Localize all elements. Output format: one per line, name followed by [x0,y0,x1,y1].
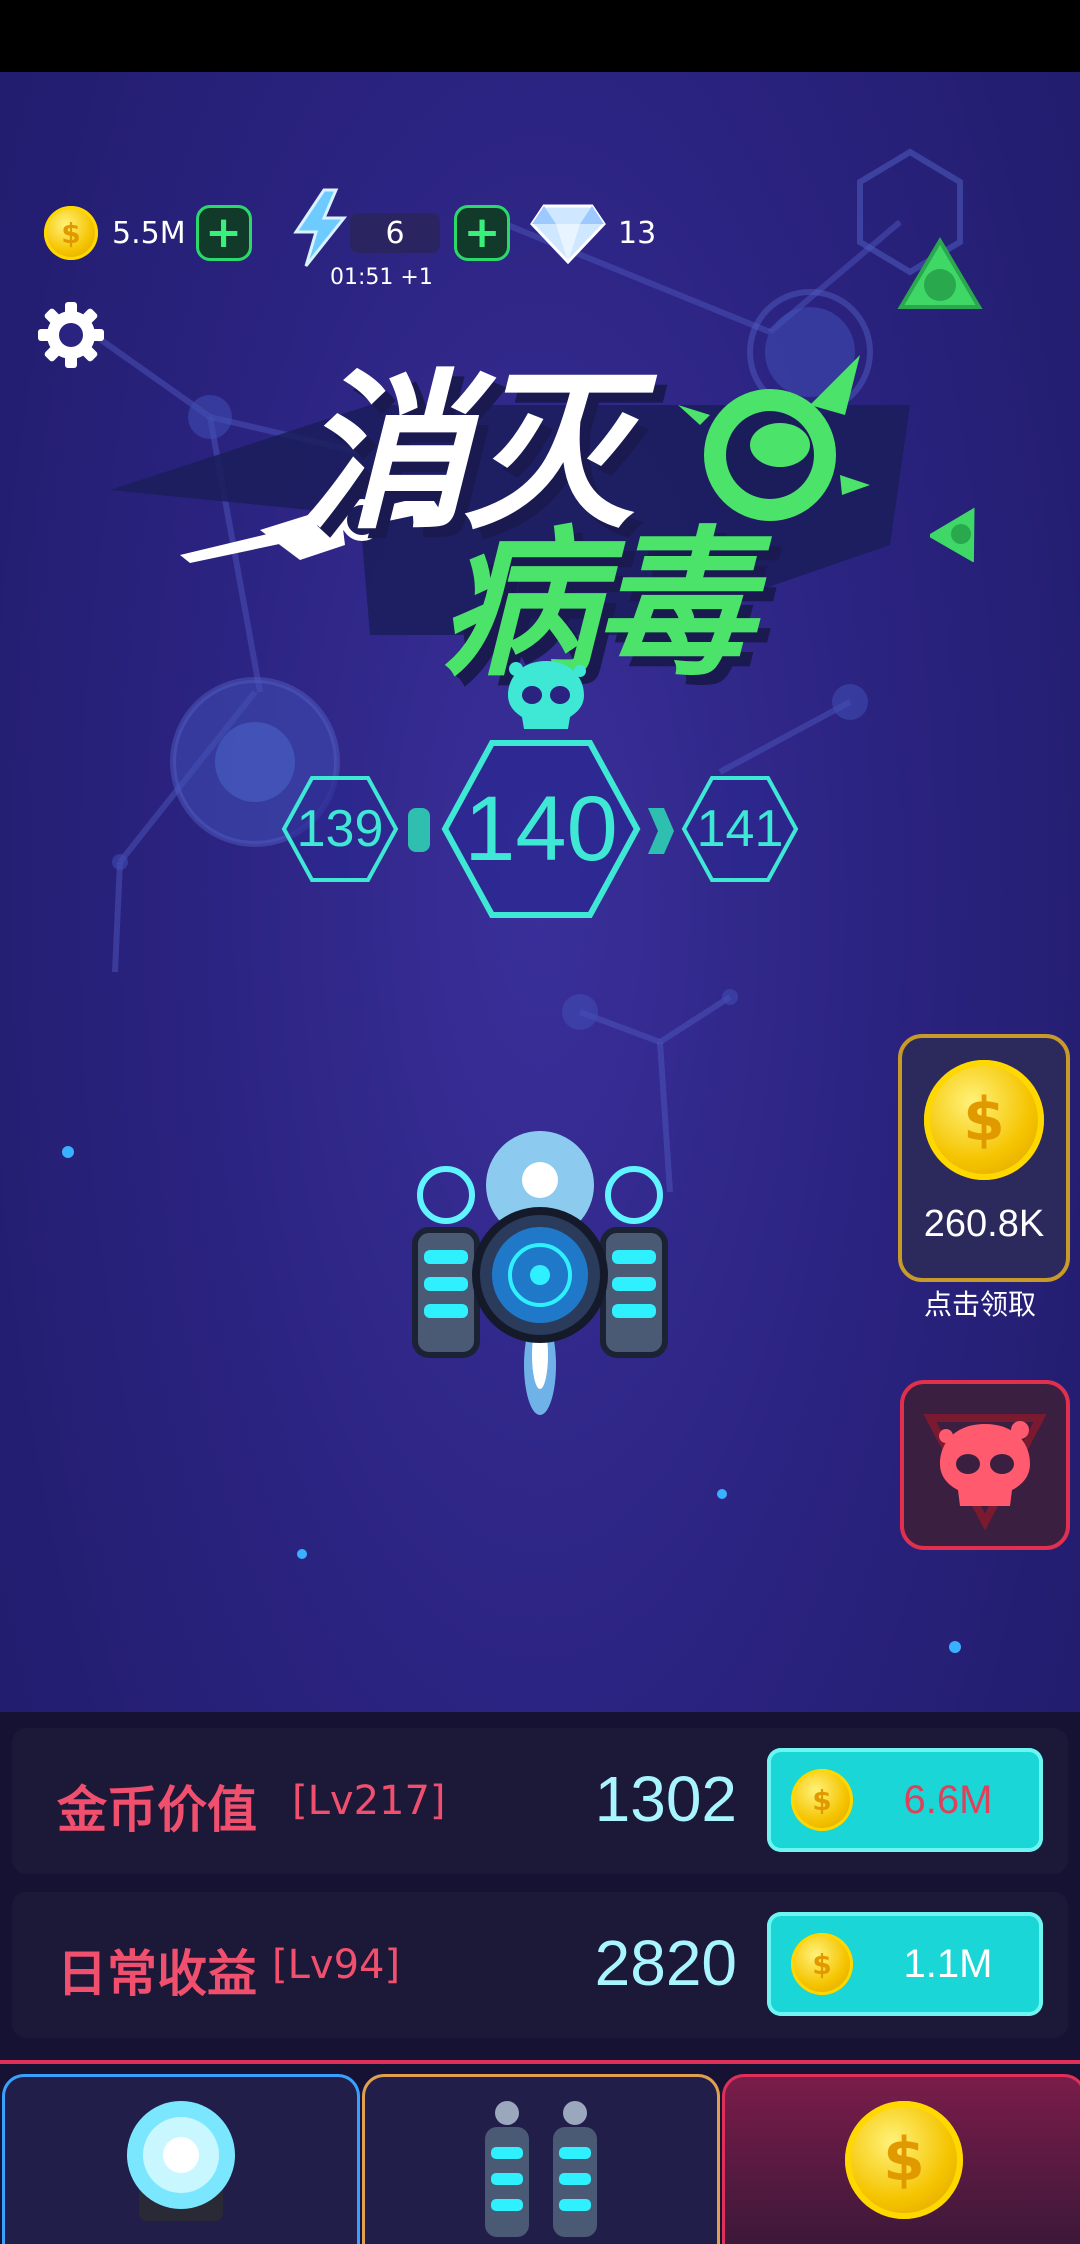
upgrade-level: [Lv94] [272,1942,401,1988]
level-current[interactable]: 140 [440,738,642,920]
settings-gear-icon[interactable] [36,300,106,370]
virus-mascot-icon [678,355,870,521]
tab-coins[interactable]: $ [722,2074,1080,2244]
claim-reward-label[interactable]: 点击领取 [898,1283,1062,1323]
bottom-tab-bar: $ [0,2060,1080,2244]
level-next-arrow-icon[interactable] [646,806,676,856]
upgrade-name: 金币价值 [57,1781,257,1839]
twin-cannons-icon [485,2101,597,2237]
gem-counter: 13 [530,204,657,264]
game-title-logo: 消灭 病毒 [110,315,910,698]
coin-icon: $ [791,1769,853,1831]
level-divider-left [408,808,430,852]
game-screen: $ 5.5M + 6 + 01:51 +1 13 消灭 病毒 139 140 1… [0,0,1080,2244]
energy-orb-icon [127,2101,235,2221]
coin-icon: $ [44,206,98,260]
energy-amount: 6 [350,213,440,253]
reward-amount: 260.8K [923,1203,1045,1245]
upgrade-name: 日常收益 [57,1945,257,2003]
add-energy-button[interactable]: + [454,205,510,261]
upgrade-row-daily-income: 日常收益 [Lv94] 2820 $ 1.1M [12,1892,1068,2038]
boss-challenge-button[interactable] [900,1380,1070,1550]
add-coins-button[interactable]: + [195,205,252,261]
upgrade-panel: 金币价值 [Lv217] 1302 $ 6.6M 日常收益 [Lv94] 282… [0,1712,1080,2064]
player-ship[interactable] [400,1125,680,1425]
upgrade-cost: 6.6M [903,1777,993,1822]
level-previous[interactable]: 139 [280,774,400,884]
virus-decoration-icon [897,237,983,309]
upgrade-value: 1302 [594,1763,737,1835]
status-bar [0,0,1080,72]
upgrade-level: [Lv217] [292,1778,446,1824]
virus-skull-icon [508,661,586,729]
gem-amount: 13 [618,215,657,251]
coin-icon: $ [845,2101,963,2219]
upgrade-row-coin-value: 金币价值 [Lv217] 1302 $ 6.6M [12,1728,1068,1874]
reward-coin-icon: $ [924,1060,1044,1180]
level-next[interactable]: 141 [680,774,800,884]
tab-energy-orb[interactable] [2,2074,360,2244]
upgrade-daily-income-button[interactable]: $ 1.1M [767,1912,1043,2016]
virus-decoration-small-icon [930,507,975,562]
energy-counter: 6 + [290,188,510,267]
coin-amount: 5.5M [112,215,186,251]
coin-counter: $ 5.5M + [44,205,252,261]
upgrade-coin-value-button[interactable]: $ 6.6M [767,1748,1043,1852]
boss-virus-skull-icon [923,1414,1047,1530]
idle-reward-card[interactable]: $ 260.8K [898,1034,1070,1282]
tab-twin-cannons[interactable] [362,2074,720,2244]
upgrade-cost: 1.1M [903,1941,993,1986]
diamond-icon [530,204,606,264]
upgrade-value: 2820 [594,1927,737,1999]
coin-icon: $ [791,1933,853,1995]
lightning-icon [293,188,348,267]
energy-timer: 01:51 +1 [330,265,433,290]
